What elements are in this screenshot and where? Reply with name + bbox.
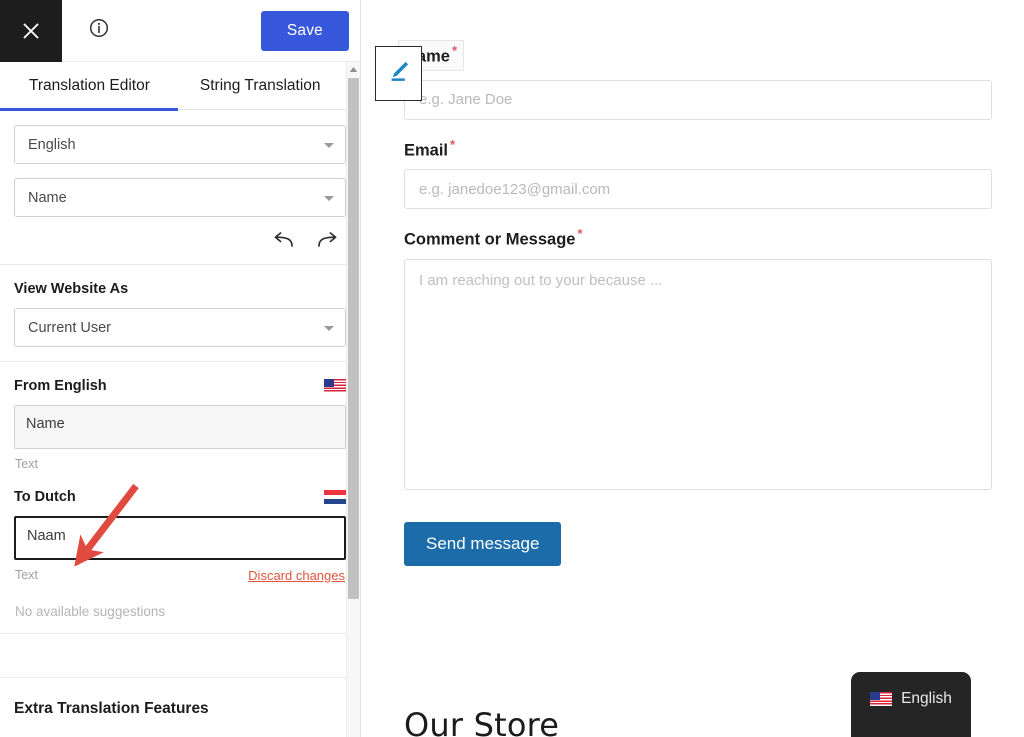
string-select-value: Name [28, 190, 67, 206]
source-text-kind: Text [15, 457, 38, 471]
source-language-title: From English [14, 378, 107, 394]
redo-icon [317, 231, 339, 254]
source-meta: Text [14, 449, 346, 473]
language-switcher[interactable]: English [851, 672, 971, 737]
suggestions-status: No available suggestions [14, 584, 346, 619]
sidebar-spacer [0, 634, 360, 678]
contact-form: Name* Email* Comment or Message* Send me… [361, 0, 1024, 566]
extra-translation-features-section[interactable]: Extra Translation Features [0, 678, 360, 718]
undo-button[interactable] [271, 231, 295, 253]
target-language-header: To Dutch [14, 473, 346, 516]
our-store-heading: Our Store [404, 706, 559, 737]
required-asterisk: * [450, 137, 455, 152]
editor-header: Save [0, 0, 360, 62]
translation-pair-section: From English Text To Dutch Text Discard … [0, 362, 360, 634]
info-icon [88, 17, 110, 44]
email-field-label-text: Email [404, 141, 448, 159]
field-group-name: Name* [404, 40, 992, 120]
view-website-as-title: View Website As [14, 265, 346, 308]
sidebar-scrollbar-track[interactable] [346, 62, 360, 737]
scroll-up-arrow-icon[interactable] [347, 62, 360, 76]
target-meta: Text Discard changes [14, 560, 346, 584]
language-select[interactable]: English [14, 125, 346, 164]
chevron-down-icon [324, 326, 334, 331]
message-field-label-text: Comment or Message [404, 231, 575, 249]
info-button[interactable] [86, 18, 112, 44]
view-website-as-section: View Website As Current User [0, 265, 360, 362]
name-input[interactable] [404, 80, 992, 120]
extra-translation-features-title: Extra Translation Features [14, 700, 346, 718]
history-controls [14, 231, 346, 264]
view-as-select-value: Current User [28, 320, 111, 336]
language-switcher-inner: English [870, 690, 952, 708]
required-asterisk: * [577, 226, 582, 241]
app-root: Save Translation Editor String Translati… [0, 0, 1024, 737]
email-input[interactable] [404, 169, 992, 209]
view-as-select[interactable]: Current User [14, 308, 346, 347]
email-field-label: Email* [404, 137, 455, 161]
field-group-message: Comment or Message* [404, 226, 992, 495]
language-select-value: English [28, 137, 76, 153]
source-text-field[interactable] [14, 405, 346, 449]
tab-translation-editor[interactable]: Translation Editor [0, 62, 178, 110]
tab-string-translation-label: String Translation [200, 77, 321, 95]
close-button[interactable] [0, 0, 62, 62]
flag-us-icon [870, 692, 892, 706]
tab-string-translation[interactable]: String Translation [178, 62, 321, 110]
string-navigation-section: English Name [0, 110, 360, 265]
website-preview-pane: Name* Email* Comment or Message* Send me… [361, 0, 1024, 737]
target-text-kind: Text [15, 568, 38, 582]
edit-string-button[interactable] [375, 46, 422, 101]
target-text-field[interactable] [14, 516, 346, 560]
redo-button[interactable] [316, 231, 340, 253]
source-language-header: From English [14, 362, 346, 405]
edit-pencil-icon [386, 58, 412, 89]
required-asterisk: * [452, 43, 457, 58]
undo-icon [272, 231, 294, 254]
field-group-email: Email* [404, 137, 992, 210]
message-field-label: Comment or Message* [404, 226, 583, 250]
message-textarea[interactable] [404, 259, 992, 490]
editor-tabs: Translation Editor String Translation [0, 62, 360, 110]
send-message-button[interactable]: Send message [404, 522, 561, 566]
discard-changes-link[interactable]: Discard changes [248, 568, 345, 583]
flag-us-icon [324, 379, 346, 393]
close-icon [21, 21, 41, 41]
sidebar-scrollbar-thumb[interactable] [348, 78, 359, 599]
language-switcher-label: English [901, 690, 952, 708]
chevron-down-icon [324, 143, 334, 148]
tab-translation-editor-label: Translation Editor [29, 77, 150, 95]
flag-nl-icon [324, 490, 346, 504]
save-button[interactable]: Save [261, 11, 349, 51]
chevron-down-icon [324, 196, 334, 201]
target-language-title: To Dutch [14, 489, 76, 505]
string-select[interactable]: Name [14, 178, 346, 217]
translation-editor-sidebar: Save Translation Editor String Translati… [0, 0, 361, 737]
